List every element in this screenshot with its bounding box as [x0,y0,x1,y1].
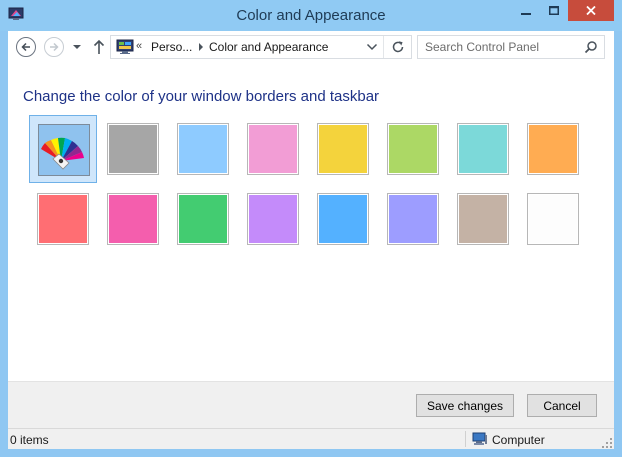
swatch-taupe-tile [457,193,509,245]
address-overflow[interactable]: « [136,40,142,52]
swatch-taupe-fill [459,195,507,243]
swatch-orange[interactable] [519,115,587,183]
swatch-white-fill [529,195,577,243]
swatch-automatic[interactable] [29,115,97,183]
search-input[interactable] [418,36,578,58]
forward-button[interactable] [44,37,64,57]
swatch-periwinkle-fill [389,195,437,243]
swatch-taupe[interactable] [449,185,517,253]
breadcrumb-color-and-appearance[interactable]: Color and Appearance [209,40,328,54]
address-divider [383,36,384,58]
swatch-periwinkle-tile [387,193,439,245]
swatch-blue[interactable] [309,185,377,253]
close-button[interactable] [568,0,614,21]
client-area: « Perso... Color and Appearance Chan [8,31,614,449]
computer-icon [472,432,487,445]
swatch-periwinkle[interactable] [379,185,447,253]
swatch-pink[interactable] [239,115,307,183]
address-history-chevron-down-icon[interactable] [366,42,378,52]
arrow-right-icon [50,42,59,52]
swatch-violet-tile [247,193,299,245]
navigation-bar: « Perso... Color and Appearance [8,31,614,65]
swatch-green[interactable] [169,185,237,253]
refresh-icon[interactable] [390,39,406,55]
swatch-lime-tile [387,123,439,175]
swatch-sky-blue[interactable] [169,115,237,183]
breadcrumb-separator-chevron-right-icon[interactable] [197,42,205,52]
swatch-magenta-tile [107,193,159,245]
arrow-left-icon [21,42,30,52]
back-button[interactable] [16,37,36,57]
swatch-magenta-fill [109,195,157,243]
swatch-teal-tile [457,123,509,175]
color-swatch-grid [29,115,589,255]
swatch-magenta[interactable] [99,185,167,253]
swatch-gray-fill [109,125,157,173]
status-separator [465,431,466,447]
search-icon[interactable] [584,40,598,54]
arrow-up-icon[interactable] [93,39,105,55]
swatch-orange-tile [527,123,579,175]
swatch-gray[interactable] [99,115,167,183]
window: Color and Appearance « Perso... Color an… [0,0,622,457]
swatch-automatic-tile [38,124,90,176]
cancel-button[interactable]: Cancel [527,394,597,417]
status-item-count: 0 items [10,433,49,447]
swatch-blue-fill [319,195,367,243]
swatch-sky-blue-tile [177,123,229,175]
control-panel-icon [116,39,134,54]
page-heading: Change the color of your window borders … [23,88,380,105]
maximize-icon [549,6,559,15]
swatch-blue-tile [317,193,369,245]
swatch-yellow-tile [317,123,369,175]
swatch-white-tile [527,193,579,245]
maximize-button[interactable] [540,0,568,21]
swatch-red[interactable] [29,185,97,253]
swatch-violet-fill [249,195,297,243]
breadcrumb-personalization[interactable]: Perso... [151,40,192,54]
swatch-green-tile [177,193,229,245]
swatch-orange-fill [529,125,577,173]
resize-grip-icon[interactable] [602,438,612,448]
status-location: Computer [492,433,545,447]
footer: Save changes Cancel [8,382,614,428]
swatch-white[interactable] [519,185,587,253]
address-bar[interactable]: « Perso... Color and Appearance [110,35,412,59]
swatch-gray-tile [107,123,159,175]
color-fan-icon [41,137,84,170]
swatch-violet[interactable] [239,185,307,253]
swatch-teal[interactable] [449,115,517,183]
close-icon [586,6,596,15]
swatch-green-fill [179,195,227,243]
swatch-lime-fill [389,125,437,173]
swatch-sky-blue-fill [179,125,227,173]
swatch-red-fill [39,195,87,243]
minimize-icon [520,12,531,15]
swatch-yellow-fill [319,125,367,173]
swatch-lime[interactable] [379,115,447,183]
swatch-yellow[interactable] [309,115,377,183]
save-changes-button[interactable]: Save changes [416,394,514,417]
swatch-teal-fill [459,125,507,173]
status-bar: 0 items Computer [8,428,614,449]
recent-locations-chevron-down-icon[interactable] [72,42,82,52]
swatch-pink-tile [247,123,299,175]
swatch-pink-fill [249,125,297,173]
title-bar[interactable]: Color and Appearance [0,0,622,31]
minimize-button[interactable] [511,0,540,21]
search-box[interactable] [417,35,605,59]
swatch-red-tile [37,193,89,245]
